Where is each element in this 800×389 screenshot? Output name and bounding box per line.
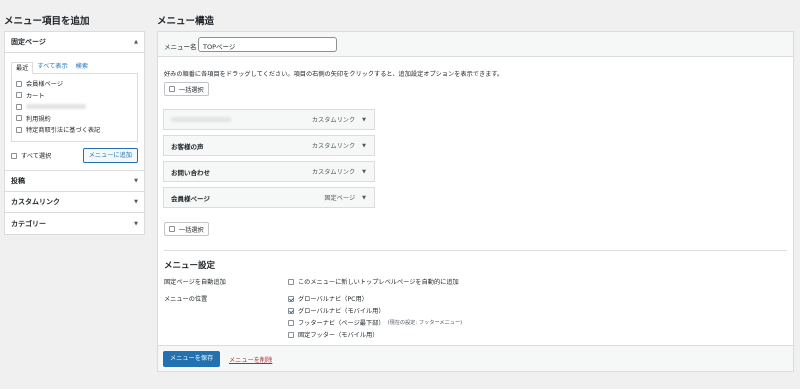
auto-add-label: 固定ページを自動追加: [164, 279, 226, 286]
save-menu-button[interactable]: メニューを保存: [163, 351, 221, 367]
menu-item-type: カスタムリンク: [311, 169, 356, 176]
location-option-label: フッターナビ（ページ最下部）: [298, 320, 385, 327]
menu-item-type: カスタムリンク: [311, 117, 356, 124]
menu-name-input[interactable]: TOPページ: [198, 37, 337, 52]
delete-menu-link[interactable]: メニューを削除: [229, 355, 272, 364]
bulk-select-label: 一括選択: [179, 226, 204, 234]
page-item[interactable]: 会員様ページ: [16, 78, 133, 90]
pages-checklist: 会員様ページ カート 利用規約 特定商取引法に基づく表記: [11, 73, 138, 142]
expand-arrow-icon[interactable]: ▼: [362, 195, 366, 201]
expand-arrow-icon[interactable]: ▼: [362, 169, 366, 175]
page-checkbox[interactable]: [16, 115, 22, 122]
accordion-pages[interactable]: 固定ページ ▲: [5, 32, 144, 53]
menu-item[interactable]: お客様の声 カスタムリンク ▼: [163, 135, 375, 156]
location-option-label: 固定フッター（モバイル用）: [298, 332, 379, 339]
menu-item-title: お客様の声: [171, 142, 204, 151]
page-checkbox[interactable]: [16, 126, 22, 133]
bulk-select-label: 一括選択: [179, 86, 204, 94]
pages-actions: すべて選択 メニューに追加: [11, 148, 138, 163]
bulk-select-checkbox[interactable]: [169, 86, 175, 92]
accordion-categories[interactable]: カテゴリー ▼: [5, 213, 144, 234]
menu-item-title: お問い合わせ: [171, 168, 210, 177]
location-checkbox[interactable]: [288, 307, 294, 314]
location-checkbox[interactable]: [288, 295, 294, 302]
expand-arrow-icon[interactable]: ▼: [362, 143, 366, 149]
chevron-down-icon: ▼: [134, 199, 138, 205]
location-option-fixed-footer[interactable]: 固定フッター（モバイル用）: [288, 330, 378, 339]
chevron-up-icon: ▲: [134, 39, 138, 45]
accordion-pages-label: 固定ページ: [11, 38, 46, 46]
location-option-label: グローバルナビ（モバイル用）: [298, 308, 385, 315]
menu-item-title: 会員様ページ: [171, 194, 210, 203]
menu-item-title: [171, 116, 312, 124]
auto-add-option[interactable]: このメニューに新しいトップレベルページを自動的に追加: [288, 277, 459, 286]
chevron-down-icon: ▼: [134, 220, 138, 227]
chevron-down-icon: ▼: [134, 178, 138, 184]
redacted-menu-item-title: [171, 116, 231, 122]
auto-add-checkbox[interactable]: [288, 278, 294, 285]
bulk-select-bottom[interactable]: 一括選択: [164, 222, 209, 236]
page-item-label: 会員様ページ: [26, 81, 64, 89]
page-checkbox[interactable]: [16, 80, 22, 87]
accordion-custom-links[interactable]: カスタムリンク ▼: [5, 192, 144, 213]
accordion-custom-links-label: カスタムリンク: [11, 198, 60, 206]
accordion-categories-label: カテゴリー: [11, 219, 46, 228]
tab-recent[interactable]: 最近: [11, 62, 34, 74]
location-option-label: グローバルナビ（PC用）: [298, 296, 368, 303]
page-checkbox[interactable]: [16, 92, 22, 99]
redacted-page-label: [26, 104, 86, 110]
auto-add-option-label: このメニューに新しいトップレベルページを自動的に追加: [298, 279, 459, 286]
add-menu-items-heading: メニュー項目を追加: [4, 16, 90, 27]
location-checkbox[interactable]: [288, 331, 294, 338]
pages-accordion-body: 最近 すべて表示 検索 会員様ページ カート 利用規約 特定商取引法に基づく表記…: [5, 53, 144, 171]
accordion-posts[interactable]: 投稿 ▼: [5, 171, 144, 192]
menu-structure-panel: メニュー名 TOPページ 好みの順番に各項目をドラッグしてください。項目の右側の…: [157, 31, 794, 372]
location-option-global-mobile[interactable]: グローバルナビ（モバイル用）: [288, 306, 385, 315]
menu-item[interactable]: お問い合わせ カスタムリンク ▼: [163, 161, 375, 182]
page-item[interactable]: [16, 101, 133, 113]
select-all-label: すべて選択: [21, 153, 52, 160]
pages-tabs: 最近 すべて表示 検索: [11, 61, 138, 74]
page-item[interactable]: 特定商取引法に基づく表記: [16, 124, 133, 136]
location-current-note: (現在の設定: フッターメニュー): [387, 320, 463, 326]
accordion-posts-label: 投稿: [11, 177, 25, 185]
location-option-global-pc[interactable]: グローバルナビ（PC用）: [288, 294, 368, 303]
page-item-label: カート: [26, 92, 45, 100]
menu-item-type: カスタムリンク: [311, 143, 356, 150]
tab-view-all[interactable]: すべて表示: [33, 61, 71, 73]
menu-name-label: メニュー名: [164, 43, 197, 51]
menu-settings-title: メニュー設定: [164, 261, 216, 271]
add-to-menu-button[interactable]: メニューに追加: [82, 148, 138, 163]
settings-divider: [164, 250, 787, 251]
menu-item[interactable]: カスタムリンク ▼: [163, 109, 375, 130]
menu-header: メニュー名 TOPページ: [158, 32, 793, 57]
page-item-label: 利用規約: [26, 115, 51, 123]
menu-footer-bar: メニューを保存 メニューを削除: [158, 345, 793, 371]
drag-instruction: 好みの順番に各項目をドラッグしてください。項目の右側の矢印をクリックすると、追加…: [164, 71, 504, 78]
menu-structure-heading: メニュー構造: [157, 16, 215, 27]
page-item[interactable]: 利用規約: [16, 113, 133, 125]
location-option-footer-nav[interactable]: フッターナビ（ページ最下部） (現在の設定: フッターメニュー): [288, 318, 462, 327]
page-item[interactable]: カート: [16, 90, 133, 102]
menu-item-type: 固定ページ: [324, 195, 356, 202]
expand-arrow-icon[interactable]: ▼: [362, 117, 366, 123]
menu-location-label: メニューの位置: [164, 296, 208, 303]
location-checkbox[interactable]: [288, 319, 294, 326]
menu-item[interactable]: 会員様ページ 固定ページ ▼: [163, 187, 375, 208]
page-item-label: 特定商取引法に基づく表記: [26, 127, 101, 135]
select-all-checkbox[interactable]: [11, 152, 17, 159]
select-all[interactable]: すべて選択: [11, 150, 51, 162]
page-checkbox[interactable]: [16, 103, 22, 110]
add-menu-items-panel: 固定ページ ▲ 最近 すべて表示 検索 会員様ページ カート 利用規約 特定商取…: [4, 31, 145, 235]
bulk-select-top[interactable]: 一括選択: [164, 82, 209, 96]
bulk-select-checkbox[interactable]: [169, 226, 175, 232]
tab-search[interactable]: 検索: [72, 61, 92, 73]
